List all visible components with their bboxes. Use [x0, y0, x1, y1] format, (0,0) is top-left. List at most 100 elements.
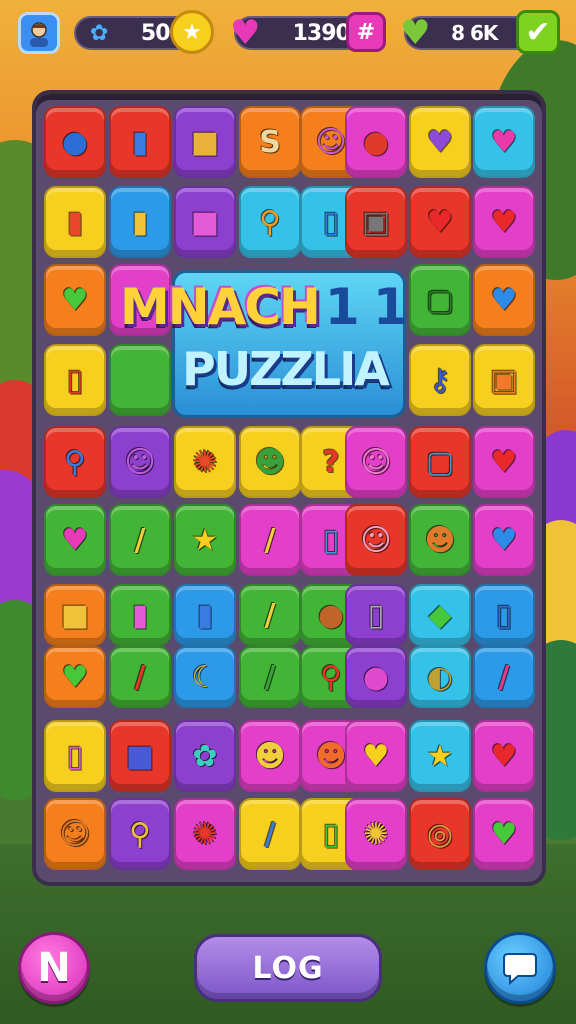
- board-tile[interactable]: ◆: [409, 584, 471, 646]
- board-tile[interactable]: ♥: [473, 798, 535, 870]
- board-tile[interactable]: ✺: [174, 798, 236, 870]
- board-tile[interactable]: ♥: [473, 720, 535, 792]
- board-tile[interactable]: ▯: [473, 584, 535, 646]
- board-tile[interactable]: ♥: [473, 106, 535, 178]
- board-tile[interactable]: ⚲: [109, 798, 171, 870]
- log-button[interactable]: LOG: [194, 934, 382, 1002]
- board-tile[interactable]: ♥: [473, 504, 535, 576]
- board-tile[interactable]: /: [239, 504, 301, 576]
- board-tile[interactable]: /: [239, 798, 301, 870]
- cat-icon: ☺: [59, 816, 91, 852]
- heart-icon: ♥: [362, 738, 390, 774]
- blob-icon: ●: [61, 124, 89, 160]
- board-tile[interactable]: ▯: [44, 720, 106, 792]
- board-tile[interactable]: ☺: [345, 504, 407, 576]
- wand-icon: ⚲: [129, 816, 151, 852]
- board-tile[interactable]: ☾: [174, 646, 236, 708]
- top-hud: ✿ 50 ★ ♥ 1390 # ♥ 8 6K ✔: [14, 8, 562, 58]
- board-tile[interactable]: ▯: [44, 344, 106, 416]
- camera-icon: ▣: [489, 362, 519, 398]
- board-tile[interactable]: /: [109, 646, 171, 708]
- moon-icon: ☾: [191, 659, 219, 695]
- board-tile[interactable]: ☻: [409, 504, 471, 576]
- board-tile[interactable]: ⚲: [44, 426, 106, 498]
- board-tile[interactable]: ☺: [44, 798, 106, 870]
- board-tile[interactable]: ●: [345, 646, 407, 708]
- menu-n-button[interactable]: N: [18, 932, 90, 1004]
- board-tile[interactable]: ☺: [345, 426, 407, 498]
- board-tile[interactable]: ◎: [409, 798, 471, 870]
- star-icon: ★: [426, 738, 454, 774]
- board-tile[interactable]: ✿: [174, 720, 236, 792]
- sun-icon: ✺: [363, 816, 389, 852]
- board-tile[interactable]: ●: [345, 106, 407, 178]
- board-tile[interactable]: ☻: [239, 720, 301, 792]
- board-tile[interactable]: ♥: [345, 720, 407, 792]
- board-tile[interactable]: ☺: [109, 426, 171, 498]
- board-tile[interactable]: ▢: [409, 426, 471, 498]
- player-avatar-icon: [30, 22, 48, 47]
- chat-button[interactable]: [484, 932, 556, 1004]
- gear-icon: ✺: [192, 816, 218, 852]
- board-tile[interactable]: ♥: [473, 426, 535, 498]
- board-tile[interactable]: ♥: [473, 264, 535, 336]
- board-tile[interactable]: ▣: [345, 186, 407, 258]
- board-tile[interactable]: ▢: [409, 264, 471, 336]
- board-tile[interactable]: ♥: [409, 106, 471, 178]
- board-tile[interactable]: ◐: [409, 646, 471, 708]
- box-icon: ▢: [425, 444, 455, 480]
- trash-icon: ▯: [66, 362, 84, 398]
- pencil-icon: /: [264, 816, 276, 852]
- board-tile[interactable]: ●: [44, 106, 106, 178]
- board-tile[interactable]: /: [109, 504, 171, 576]
- board-tile[interactable]: ▮: [44, 186, 106, 258]
- phone-icon: ▯: [322, 204, 340, 240]
- rock-icon: ●: [317, 597, 345, 633]
- board-tile[interactable]: ■: [174, 186, 236, 258]
- board-tile[interactable]: ♥: [44, 646, 106, 708]
- player-avatar[interactable]: [18, 12, 60, 54]
- board-tile[interactable]: ■: [44, 584, 106, 646]
- brush-icon: /: [264, 522, 276, 558]
- star-badge[interactable]: ★: [170, 10, 214, 54]
- board-tile[interactable]: ■: [174, 106, 236, 178]
- oven-icon: ▣: [361, 204, 391, 240]
- board-tile[interactable]: ☻: [239, 426, 301, 498]
- hash-icon: #: [356, 19, 376, 45]
- jar-icon: ▯: [322, 816, 340, 852]
- board-tile[interactable]: ✺: [345, 798, 407, 870]
- board-tile[interactable]: ⚲: [239, 186, 301, 258]
- board-tile[interactable]: ▮: [174, 584, 236, 646]
- cube-icon: ■: [125, 738, 155, 774]
- board-tile[interactable]: ▮: [109, 584, 171, 646]
- wand-icon: ⚲: [64, 444, 86, 480]
- confirm-button[interactable]: ✔: [516, 10, 560, 54]
- board-tile[interactable]: ▣: [473, 344, 535, 416]
- board-tile[interactable]: ✺: [174, 426, 236, 498]
- board-tile[interactable]: ★: [409, 720, 471, 792]
- board-tile[interactable]: ♥: [44, 264, 106, 336]
- board-tile[interactable]: S: [239, 106, 301, 178]
- star-icon: ★: [191, 522, 219, 558]
- add-hearts-button[interactable]: #: [346, 12, 386, 52]
- board-tile[interactable]: ♥: [473, 186, 535, 258]
- logo-line-2: PUZZLIA: [182, 342, 390, 396]
- board-tile[interactable]: ▮: [109, 186, 171, 258]
- pencil-icon: /: [264, 659, 276, 695]
- board-tile[interactable]: ♥: [409, 186, 471, 258]
- box-icon: ■: [60, 597, 90, 633]
- board-tile[interactable]: ★: [174, 504, 236, 576]
- board-tile[interactable]: ▮: [109, 106, 171, 178]
- phone-icon: ▯: [495, 597, 513, 633]
- board-tile[interactable]: /: [239, 584, 301, 646]
- board-tile[interactable]: ♥: [44, 504, 106, 576]
- device-icon: ▮: [131, 204, 149, 240]
- heart-icon: ♥: [490, 444, 518, 480]
- board-tile[interactable]: /: [473, 646, 535, 708]
- face-icon: ☺: [360, 444, 392, 480]
- bag-icon: ■: [190, 204, 220, 240]
- board-tile[interactable]: /: [239, 646, 301, 708]
- board-tile[interactable]: ▯: [345, 584, 407, 646]
- heart-icon: ♥: [490, 204, 518, 240]
- board-tile[interactable]: ■: [109, 720, 171, 792]
